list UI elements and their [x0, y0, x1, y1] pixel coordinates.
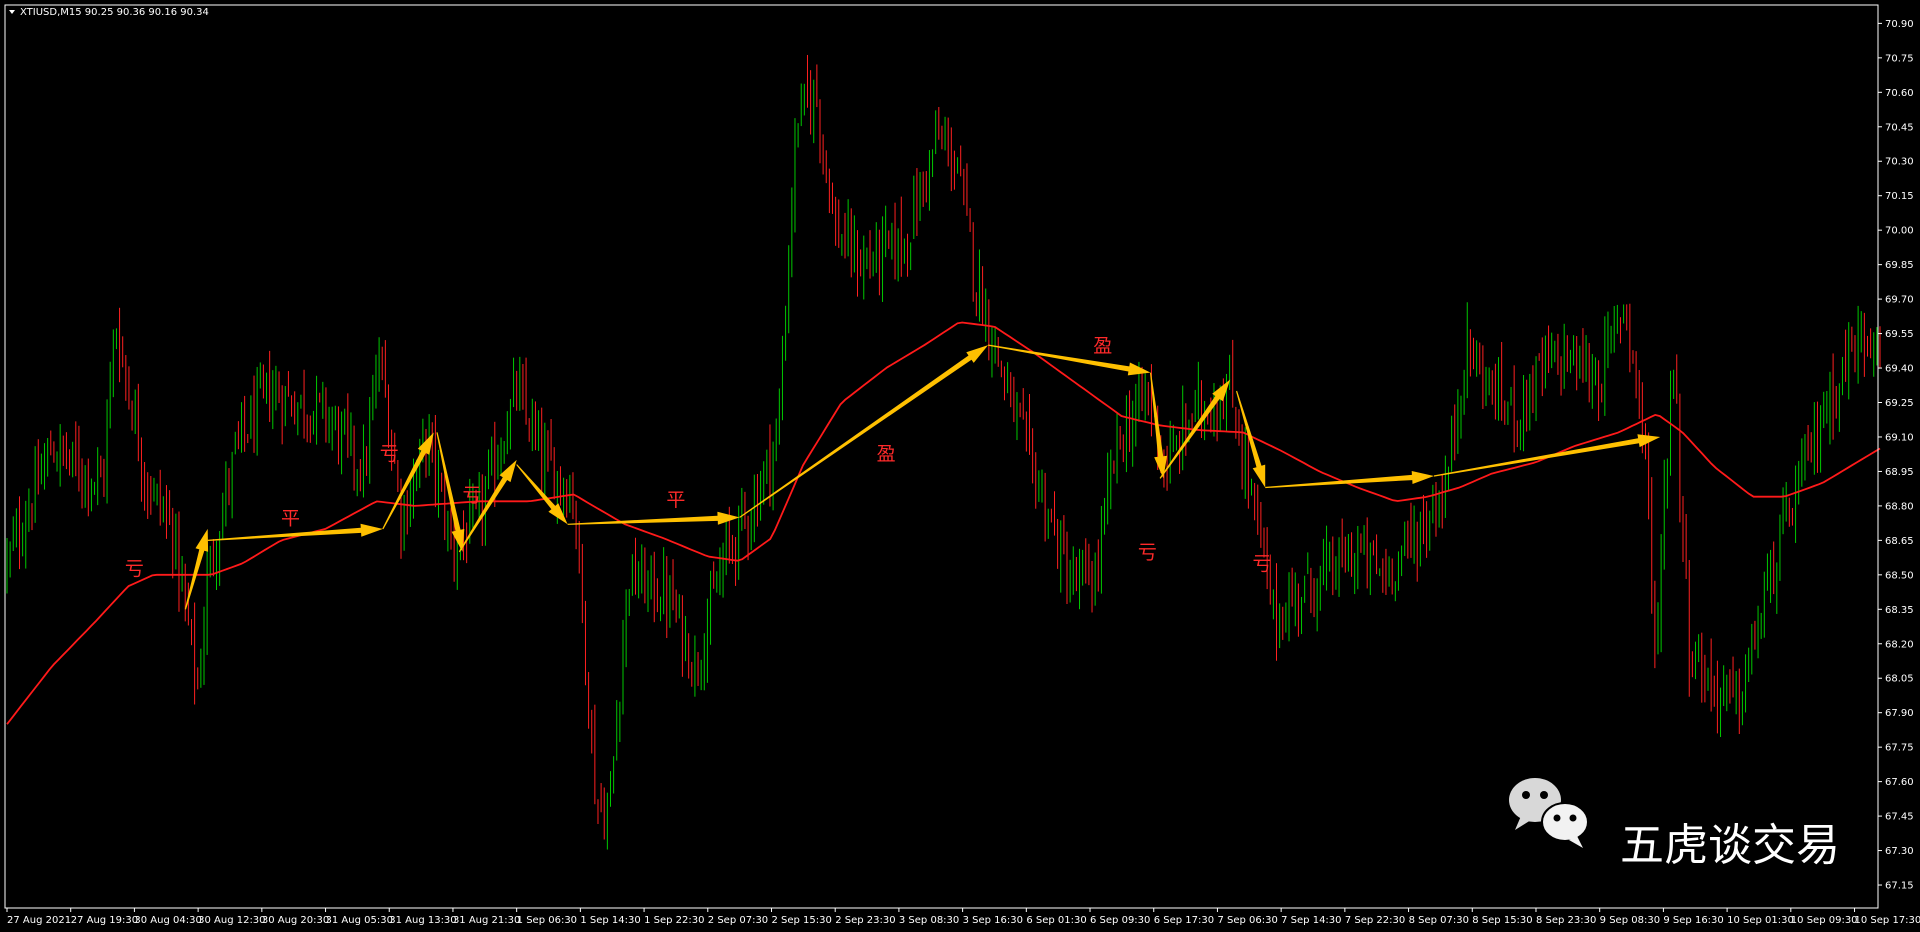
price-tick-label: 69.25	[1885, 398, 1914, 409]
price-tick-label: 70.00	[1885, 226, 1914, 237]
price-tick-label: 69.40	[1885, 364, 1914, 375]
time-tick-label: 1 Sep 06:30	[517, 915, 577, 926]
time-tick-label: 31 Aug 21:30	[453, 915, 520, 926]
price-tick-label: 68.20	[1885, 639, 1914, 650]
price-tick-label: 69.70	[1885, 295, 1914, 306]
trade-result-label: 平	[281, 507, 300, 529]
time-tick-label: 9 Sep 08:30	[1600, 915, 1660, 926]
price-tick-label: 67.90	[1885, 708, 1914, 719]
price-tick-label: 68.35	[1885, 605, 1914, 616]
price-tick-label: 69.55	[1885, 329, 1914, 340]
trade-result-label: 亏	[1138, 542, 1157, 564]
price-tick-label: 67.60	[1885, 777, 1914, 788]
time-tick-label: 27 Aug 19:30	[71, 915, 138, 926]
time-tick-label: 2 Sep 15:30	[771, 915, 831, 926]
trade-result-label: 盈	[1093, 335, 1112, 357]
trade-result-label: 亏	[1253, 553, 1272, 575]
trade-result-label: 盈	[877, 443, 896, 465]
time-tick-label: 31 Aug 13:30	[389, 915, 456, 926]
time-tick-label: 10 Sep 09:30	[1791, 915, 1858, 926]
time-tick-label: 2 Sep 23:30	[835, 915, 895, 926]
watermark-text: 五虎谈交易	[1620, 820, 1840, 871]
price-tick-label: 67.15	[1885, 881, 1914, 892]
chart-background	[0, 0, 1920, 928]
time-tick-label: 30 Aug 20:30	[262, 915, 329, 926]
price-tick-label: 70.15	[1885, 191, 1914, 202]
price-chart[interactable]: 亏平亏亏 平盈盈亏亏 70.9070.7570.6070.4570.3070.15…	[0, 0, 1920, 928]
time-tick-label: 6 Sep 09:30	[1090, 915, 1150, 926]
time-tick-label: 8 Sep 07:30	[1409, 915, 1469, 926]
price-tick-label: 67.75	[1885, 743, 1914, 754]
price-tick-label: 68.50	[1885, 570, 1914, 581]
price-tick-label: 70.90	[1885, 19, 1914, 30]
price-tick-label: 70.75	[1885, 53, 1914, 64]
chart-window[interactable]: 亏平亏亏平盈盈亏亏 70.90 70.75 70.60 70.45 70.30 70.15…	[0, 0, 1920, 928]
time-tick-label: 27 Aug 2021	[7, 915, 71, 926]
price-tick-label: 68.95	[1885, 467, 1914, 478]
price-tick-label: 68.05	[1885, 674, 1914, 685]
trade-result-label: 平	[666, 489, 685, 511]
time-tick-label: 1 Sep 14:30	[580, 915, 640, 926]
chart-header: XTIUSD,M15 90.25 90.36 90.16 90.34	[9, 7, 209, 18]
time-tick-label: 10 Sep 17:30	[1855, 915, 1920, 926]
time-tick-label: 8 Sep 15:30	[1472, 915, 1532, 926]
time-tick-label: 6 Sep 17:30	[1154, 915, 1214, 926]
time-tick-label: 1 Sep 22:30	[644, 915, 704, 926]
time-tick-label: 9 Sep 16:30	[1663, 915, 1723, 926]
time-tick-label: 31 Aug 05:30	[326, 915, 393, 926]
time-tick-label: 3 Sep 16:30	[963, 915, 1023, 926]
price-tick-label: 68.80	[1885, 501, 1914, 512]
time-tick-label: 6 Sep 01:30	[1026, 915, 1086, 926]
trade-result-label: 亏	[380, 443, 399, 465]
symbol-label: XTIUSD,M15 90.25 90.36 90.16 90.34	[20, 7, 209, 18]
price-tick-label: 69.85	[1885, 260, 1914, 271]
time-tick-label: 7 Sep 14:30	[1281, 915, 1341, 926]
price-tick-label: 70.60	[1885, 88, 1914, 99]
price-tick-label: 67.30	[1885, 846, 1914, 857]
price-tick-label: 68.65	[1885, 536, 1914, 547]
time-tick-label: 7 Sep 22:30	[1345, 915, 1405, 926]
time-tick-label: 30 Aug 04:30	[134, 915, 201, 926]
price-tick-label: 70.30	[1885, 157, 1914, 168]
time-tick-label: 7 Sep 06:30	[1217, 915, 1277, 926]
trade-result-label: 亏	[125, 558, 144, 580]
time-tick-label: 2 Sep 07:30	[708, 915, 768, 926]
time-tick-label: 30 Aug 12:30	[198, 915, 265, 926]
time-tick-label: 8 Sep 23:30	[1536, 915, 1596, 926]
price-tick-label: 69.10	[1885, 432, 1914, 443]
price-tick-label: 70.45	[1885, 122, 1914, 133]
trade-result-label: 亏	[463, 484, 482, 506]
time-tick-label: 10 Sep 01:30	[1727, 915, 1794, 926]
price-tick-label: 67.45	[1885, 812, 1914, 823]
time-tick-label: 3 Sep 08:30	[899, 915, 959, 926]
